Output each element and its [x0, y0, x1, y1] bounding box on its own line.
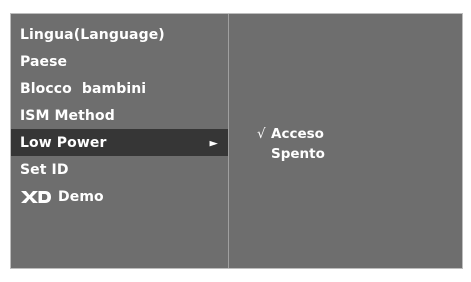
menu-item-language[interactable]: Lingua(Language): [11, 21, 228, 48]
menu-item-label: Low Power: [20, 134, 107, 151]
menu-item-label: ISM Method: [20, 107, 115, 124]
option-label: Acceso: [271, 126, 324, 142]
menu-item-set-id[interactable]: Set ID: [11, 156, 228, 183]
osd-menu-panel: Lingua(Language) Paese Blocco bambini IS…: [10, 13, 463, 269]
menu-item-label: Paese: [20, 53, 68, 70]
menu-item-label: Blocco bambini: [20, 80, 147, 97]
option-spento[interactable]: Spento: [257, 144, 325, 164]
menu-item-child-lock[interactable]: Blocco bambini: [11, 75, 228, 102]
menu-item-label: Demo: [58, 188, 104, 205]
menu-item-label: Set ID: [20, 161, 69, 178]
arrow-right-icon: ►: [209, 136, 218, 149]
menu-item-label: Lingua(Language): [20, 26, 165, 43]
xd-logo-icon: [20, 190, 52, 204]
main-menu: Lingua(Language) Paese Blocco bambini IS…: [11, 14, 229, 268]
checkmark-icon: √: [257, 126, 266, 142]
option-label: Spento: [271, 146, 325, 162]
low-power-options: √ Acceso Spento: [257, 124, 325, 164]
menu-item-country[interactable]: Paese: [11, 48, 228, 75]
menu-item-ism-method[interactable]: ISM Method: [11, 102, 228, 129]
menu-item-low-power[interactable]: Low Power ►: [11, 129, 228, 156]
option-acceso[interactable]: √ Acceso: [257, 124, 325, 144]
submenu-panel: √ Acceso Spento: [229, 14, 462, 268]
menu-item-demo[interactable]: Demo: [11, 183, 228, 210]
